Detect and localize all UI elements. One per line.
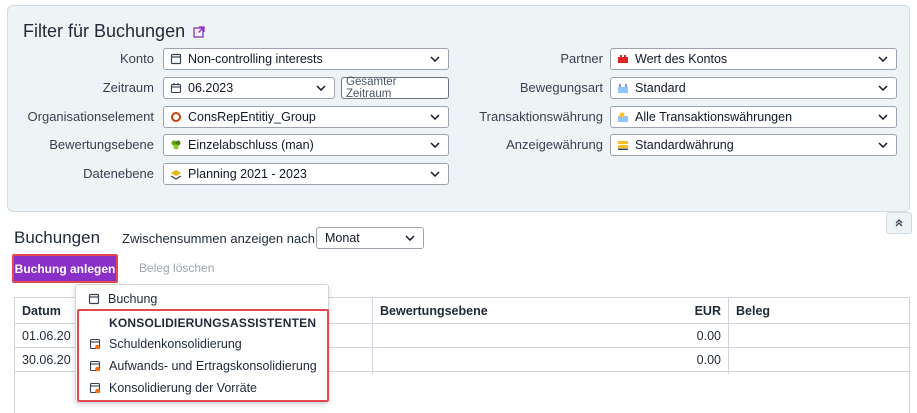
- zeitraum-value: 06.2023: [188, 81, 234, 95]
- menu-item-konsolidierung-vorraete[interactable]: Konsolidierung der Vorräte: [89, 378, 257, 398]
- cell-eur: 0.00: [696, 353, 721, 367]
- buchungen-title: Buchungen: [14, 228, 101, 247]
- transaktionswaehrung-value: Alle Transaktionswährungen: [635, 110, 793, 124]
- filter-title-text: Filter für Buchungen: [23, 21, 186, 41]
- chevron-down-icon: [430, 56, 440, 62]
- header-datum[interactable]: Datum: [22, 298, 61, 324]
- partner-label: Partner: [560, 51, 603, 66]
- konto-value: Non-controlling interests: [188, 52, 323, 66]
- filter-title: Filter für Buchungen: [23, 21, 205, 42]
- movement-type-icon: [617, 82, 629, 94]
- zeitraum-label: Zeitraum: [102, 80, 154, 95]
- zwischensummen-label: Zwischensummen anzeigen nach: [122, 231, 315, 246]
- buchung-anlegen-menu: Buchung KONSOLIDIERUNGSASSISTENTEN Schul…: [75, 284, 329, 403]
- bewegungsart-value: Standard: [635, 81, 686, 95]
- chevron-down-icon: [430, 114, 440, 120]
- chevron-down-icon: [316, 85, 326, 91]
- double-chevron-up-icon: [895, 219, 903, 227]
- menu-item-buchung-label: Buchung: [108, 292, 158, 306]
- organization-circle-icon: [170, 111, 182, 123]
- anzeigewaehrung-select[interactable]: Standardwährung: [610, 134, 897, 156]
- datenebene-label: Datenebene: [83, 166, 154, 181]
- header-bewertungsebene[interactable]: Bewertungsebene: [380, 298, 488, 324]
- zwischensummen-value: Monat: [325, 231, 360, 245]
- wizard-document-icon: [89, 382, 101, 394]
- data-layer-icon: [170, 168, 182, 180]
- chevron-down-icon: [878, 85, 888, 91]
- beleg-loeschen-button: Beleg löschen: [139, 261, 215, 275]
- konto-label: Konto: [120, 51, 154, 66]
- datenebene-select[interactable]: Planning 2021 - 2023: [163, 163, 449, 185]
- organisationselement-label: Organisationselement: [27, 109, 154, 124]
- bewegungsart-select[interactable]: Standard: [610, 77, 897, 99]
- zeitraum-select[interactable]: 06.2023: [163, 77, 335, 99]
- chevron-down-icon: [430, 142, 440, 148]
- menu-item-label: Aufwands- und Ertragskonsolidierung: [109, 359, 317, 373]
- header-beleg[interactable]: Beleg: [736, 298, 770, 324]
- anzeigewaehrung-label: Anzeigewährung: [506, 137, 603, 152]
- chevron-down-icon: [878, 114, 888, 120]
- cell-datum: 30.06.20: [22, 353, 71, 367]
- gesamter-zeitraum-button[interactable]: Gesamter Zeitraum: [341, 76, 449, 100]
- partner-value: Wert des Kontos: [635, 52, 728, 66]
- chevron-down-icon: [878, 142, 888, 148]
- header-eur[interactable]: EUR: [675, 298, 721, 324]
- buchung-anlegen-button[interactable]: Buchung anlegen: [12, 254, 118, 283]
- transaktionswaehrung-label: Transaktionswährung: [479, 109, 603, 124]
- cell-datum: 01.06.20: [22, 329, 71, 343]
- collapse-filter-button[interactable]: [886, 212, 912, 234]
- konsolidierungsassistenten-heading: KONSOLIDIERUNGSASSISTENTEN: [109, 316, 317, 330]
- bewertungsebene-label: Bewertungsebene: [49, 137, 154, 152]
- currency-icon: [617, 111, 629, 123]
- partner-select[interactable]: Wert des Kontos: [610, 48, 897, 70]
- chevron-down-icon: [405, 235, 415, 241]
- menu-item-buchung[interactable]: Buchung: [88, 289, 157, 309]
- document-icon: [88, 293, 100, 305]
- wizard-document-icon: [89, 338, 101, 350]
- konto-select[interactable]: Non-controlling interests: [163, 48, 449, 70]
- bewertungsebene-value: Einzelabschluss (man): [188, 138, 314, 152]
- organisationselement-select[interactable]: ConsRepEntitiy_Group: [163, 106, 449, 128]
- display-currency-icon: [617, 139, 629, 151]
- cell-eur: 0.00: [696, 329, 721, 343]
- menu-item-label: Schuldenkonsolidierung: [109, 337, 242, 351]
- clover-icon: [170, 139, 182, 151]
- filter-panel: Filter für Buchungen Konto Non-controlli…: [7, 5, 910, 212]
- bewegungsart-label: Bewegungsart: [519, 80, 603, 95]
- external-link-icon[interactable]: [193, 25, 205, 38]
- menu-item-aufwands-ertragskonsolidierung[interactable]: Aufwands- und Ertragskonsolidierung: [89, 356, 317, 376]
- anzeigewaehrung-value: Standardwährung: [635, 138, 734, 152]
- calendar-icon: [170, 82, 182, 94]
- zwischensummen-select[interactable]: Monat: [316, 227, 424, 249]
- chevron-down-icon: [430, 171, 440, 177]
- datenebene-value: Planning 2021 - 2023: [188, 167, 307, 181]
- transaktionswaehrung-select[interactable]: Alle Transaktionswährungen: [610, 106, 897, 128]
- document-icon: [170, 53, 182, 65]
- chevron-down-icon: [878, 56, 888, 62]
- menu-item-label: Konsolidierung der Vorräte: [109, 381, 258, 395]
- organisationselement-value: ConsRepEntitiy_Group: [188, 110, 316, 124]
- konsolidierungsassistenten-group: KONSOLIDIERUNGSASSISTENTEN Schuldenkonso…: [77, 309, 329, 402]
- partner-icon: [617, 53, 629, 65]
- menu-item-schuldenkonsolidierung[interactable]: Schuldenkonsolidierung: [89, 334, 242, 354]
- wizard-document-icon: [89, 360, 101, 372]
- bewertungsebene-select[interactable]: Einzelabschluss (man): [163, 134, 449, 156]
